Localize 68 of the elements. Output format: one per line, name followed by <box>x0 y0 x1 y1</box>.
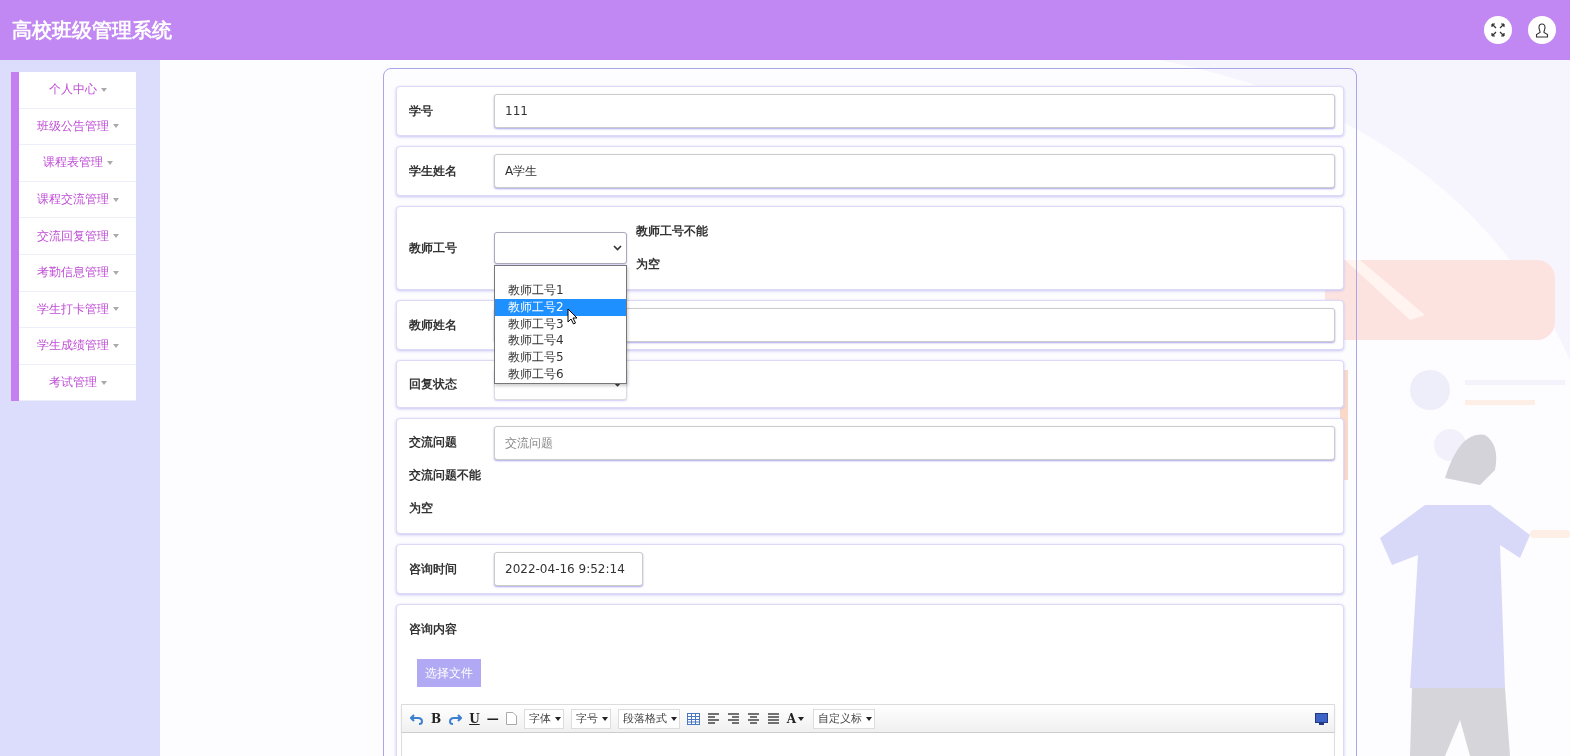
error-message: 教师工号不能为空 <box>636 223 709 273</box>
field-label: 咨询时间 <box>409 560 458 578</box>
caret-icon <box>865 716 872 721</box>
field-label: 学生姓名 <box>409 162 458 180</box>
bold-button[interactable]: B <box>431 711 442 726</box>
chevron-icon <box>613 381 622 387</box>
menu-item[interactable]: 个人中心 <box>19 72 136 109</box>
field-label: 教师姓名 <box>409 316 458 334</box>
menu-item[interactable]: 交流回复管理 <box>19 218 136 255</box>
field-label: 交流问题 <box>409 434 458 451</box>
field-label: 回复状态 <box>409 375 458 393</box>
align-left-icon <box>706 712 720 725</box>
menu-item[interactable]: 课程表管理 <box>19 145 136 182</box>
fullscreen-button[interactable] <box>1484 16 1512 44</box>
caret-icon <box>112 234 119 239</box>
align-right-icon <box>726 712 740 725</box>
cursor-icon <box>567 308 578 325</box>
caret-icon <box>112 343 119 348</box>
caret-icon <box>797 716 804 721</box>
toolbar-dropdown[interactable]: 自定义标 <box>812 708 875 729</box>
input-field[interactable]: 交流问题 <box>494 426 1335 460</box>
input-field[interactable]: A学生 <box>494 154 1335 188</box>
caret-icon <box>112 124 119 129</box>
toolbar-dropdown[interactable]: 段落格式 <box>617 708 680 729</box>
redo-icon <box>448 711 463 726</box>
dropdown-option[interactable]: 教师工号5 <box>495 349 626 366</box>
caret-icon <box>112 197 119 202</box>
select-field[interactable] <box>494 232 627 264</box>
dropdown-option[interactable]: 教师工号4 <box>495 332 626 350</box>
dropdown-option[interactable]: 教师工号3 <box>495 315 626 333</box>
font-color-button[interactable]: A <box>786 711 796 726</box>
monitor-icon <box>1315 712 1328 725</box>
caret-icon <box>601 716 608 721</box>
user-icon <box>1535 22 1549 38</box>
table-icon <box>686 712 700 725</box>
toolbar-dropdown[interactable]: 字号 <box>570 708 611 729</box>
dropdown-option[interactable]: 教师工号6 <box>495 366 626 383</box>
menu-item[interactable]: 考试管理 <box>19 364 136 402</box>
dropdown-option[interactable]: 教师工号1 <box>495 282 626 299</box>
field-label: 教师工号 <box>409 239 458 257</box>
caret-icon <box>100 87 107 92</box>
user-button[interactable] <box>1528 16 1556 44</box>
caret-icon <box>554 716 561 721</box>
align-center-icon <box>746 712 760 725</box>
caret-icon <box>106 161 113 165</box>
menu-item[interactable]: 学生成绩管理 <box>19 328 136 365</box>
undo-icon <box>410 711 424 726</box>
caret-icon <box>112 270 119 275</box>
menu-item[interactable]: 班级公告管理 <box>19 108 136 146</box>
horizontal-rule-button[interactable]: — <box>486 711 499 726</box>
menu-item[interactable]: 学生打卡管理 <box>19 291 136 329</box>
error-message: 交流问题不能为空 <box>409 467 482 517</box>
menu-item[interactable]: 课程交流管理 <box>19 181 136 219</box>
menu-item[interactable]: 考勤信息管理 <box>19 254 136 292</box>
underline-button[interactable]: U <box>469 711 480 726</box>
input-field[interactable]: 2022-04-16 9:52:14 <box>494 552 643 586</box>
toolbar-dropdown[interactable]: 字体 <box>523 708 564 729</box>
caret-icon <box>670 716 677 721</box>
field-label: 咨询内容 <box>409 621 458 638</box>
page-icon <box>505 712 517 725</box>
app-title: 高校班级管理系统 <box>12 16 172 44</box>
caret-icon <box>112 307 119 312</box>
justify-icon <box>766 712 780 725</box>
chevron-icon <box>613 245 622 251</box>
field-label: 学号 <box>409 102 434 120</box>
expand-icon <box>1491 23 1505 37</box>
caret-icon <box>100 380 107 385</box>
input-field[interactable]: 111 <box>494 94 1335 128</box>
